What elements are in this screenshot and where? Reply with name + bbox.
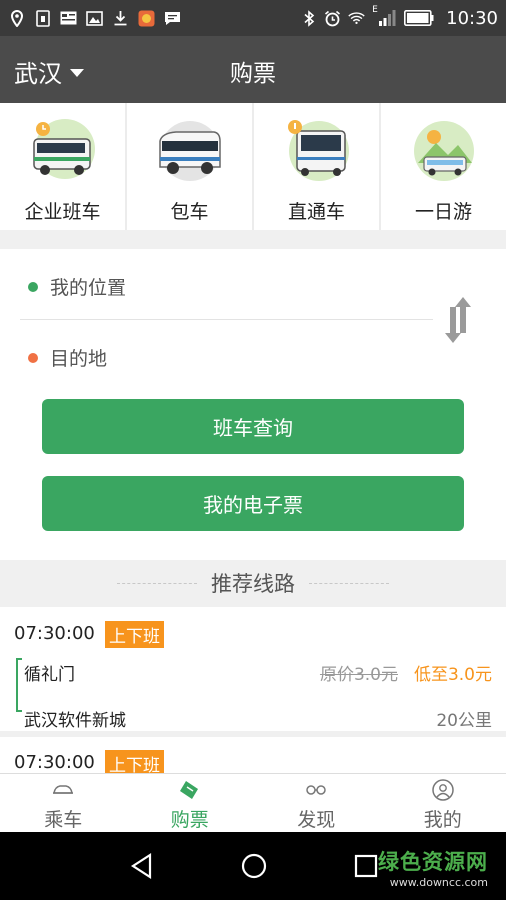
home-icon[interactable] [238, 850, 270, 882]
location-icon [8, 9, 25, 27]
app-screen: E 10:30 武汉 购票 企业班车 包车 直通车 一日游 我的位置 目的地 班… [0, 0, 506, 900]
destination-dot-icon [28, 352, 38, 363]
glasses-icon [306, 785, 326, 795]
charter-bus-icon [158, 121, 221, 181]
enterprise-bus-icon [32, 119, 95, 179]
route-line-start [16, 658, 22, 660]
route-tag: 上下班 [105, 621, 164, 648]
image-icon [86, 10, 103, 27]
day-tour-icon [413, 121, 474, 181]
discount-price: 低至3.0元 [413, 665, 492, 685]
route-to: 武汉软件新城 [24, 711, 126, 731]
network-type-label: E [372, 4, 378, 15]
tab-ride[interactable]: 乘车 [0, 774, 127, 832]
original-price: 原价3.0元 [319, 665, 398, 685]
query-bus-button[interactable]: 班车查询 [42, 399, 464, 454]
recommend-title: 推荐线路 [211, 572, 295, 596]
clock: 10:30 [446, 7, 498, 29]
page-title: 购票 [230, 61, 276, 87]
tab-label: 我的 [423, 809, 462, 831]
car-icon [53, 785, 74, 794]
signal-icon: E [372, 5, 396, 27]
category-charter[interactable]: 包车 [127, 103, 254, 230]
download-icon [112, 10, 129, 27]
category-day-tour[interactable]: 一日游 [381, 103, 506, 230]
ticket-icon [179, 781, 198, 799]
wifi-icon [348, 10, 365, 27]
tab-discover[interactable]: 发现 [253, 774, 380, 832]
departure-time: 07:30:00 [14, 752, 95, 773]
route-search-panel: 我的位置 目的地 班车查询 我的电子票 [0, 249, 506, 560]
route-line-icon [16, 658, 18, 712]
bottom-tab-bar: 乘车 购票 发现 我的 [0, 773, 506, 832]
app-icon [138, 10, 155, 27]
express-bus-icon [287, 120, 349, 181]
alarm-icon [324, 10, 341, 27]
swap-icon[interactable] [441, 293, 475, 347]
user-icon [432, 779, 454, 801]
tab-tickets[interactable]: 购票 [127, 774, 254, 832]
category-label: 企业班车 [24, 201, 101, 223]
tab-label: 购票 [170, 809, 209, 831]
route-distance: 20公里 [436, 711, 492, 731]
category-row: 企业班车 包车 直通车 一日游 [0, 103, 506, 230]
category-label: 包车 [170, 201, 209, 223]
departure-time: 07:30:00 [14, 623, 95, 644]
watermark-title: 绿色资源网 [378, 850, 488, 874]
tab-label: 乘车 [44, 809, 83, 831]
message-icon [164, 10, 181, 27]
category-enterprise-bus[interactable]: 企业班车 [0, 103, 127, 230]
category-label: 一日游 [414, 201, 472, 223]
tab-mine[interactable]: 我的 [380, 774, 506, 832]
battery-icon [403, 10, 435, 27]
origin-dot-icon [28, 281, 38, 292]
notification-icons [8, 9, 181, 27]
route-card[interactable]: 07:30:00 上下班 循礼门 原价3.0元 低至3.0元 武汉软件新城 20… [0, 607, 506, 731]
app-header: 武汉 购票 [0, 36, 506, 103]
origin-field[interactable]: 我的位置 [28, 273, 126, 300]
divider-right [309, 582, 389, 584]
origin-value: 我的位置 [50, 277, 127, 299]
back-icon[interactable] [126, 850, 158, 882]
route-line-end [16, 710, 22, 712]
status-bar: E 10:30 [0, 0, 506, 36]
recommend-header: 推荐线路 [0, 560, 506, 606]
destination-field[interactable]: 目的地 [28, 344, 107, 371]
field-divider [20, 319, 433, 320]
watermark-url: www.downcc.com [389, 876, 488, 889]
tab-label: 发现 [297, 809, 336, 831]
system-icons: E 10:30 [300, 5, 498, 29]
category-label: 直通车 [287, 201, 345, 223]
bluetooth-icon [300, 9, 317, 27]
news-icon [60, 10, 77, 27]
my-eticket-button[interactable]: 我的电子票 [42, 476, 464, 531]
route-from: 循礼门 [24, 665, 75, 685]
divider-left [117, 582, 197, 584]
system-nav-bar: 绿色资源网 www.downcc.com [0, 832, 506, 900]
sim-icon [34, 9, 51, 27]
category-express[interactable]: 直通车 [254, 103, 381, 230]
destination-placeholder: 目的地 [50, 348, 108, 370]
watermark: 绿色资源网 www.downcc.com [378, 846, 488, 889]
